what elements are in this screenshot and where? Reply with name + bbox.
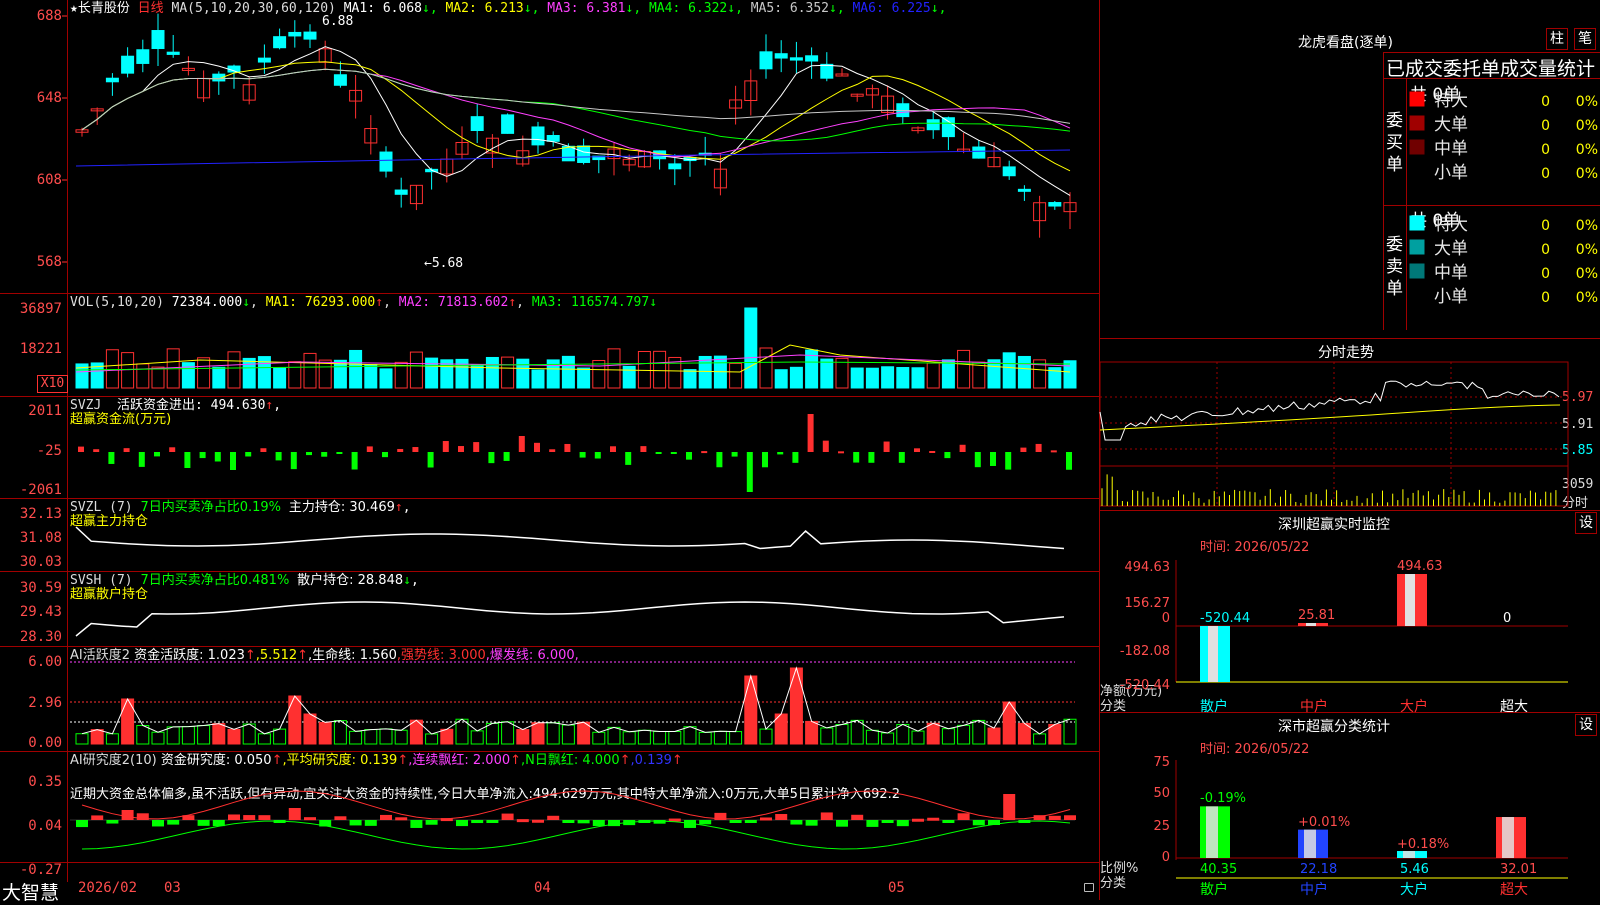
sell-row-name: 小单 <box>1434 287 1468 307</box>
monitor-y-label: -182.08 <box>1120 644 1170 659</box>
classify-value: 5.46 <box>1400 862 1429 877</box>
buy-row-swatch <box>1409 91 1425 107</box>
classify-category: 散户 <box>1200 881 1228 898</box>
monitor-bar-highlight <box>1306 623 1316 626</box>
monitor-value: 494.63 <box>1397 559 1443 574</box>
classify-change: +0.18% <box>1397 837 1449 852</box>
monitor-category: 超大 <box>1500 699 1528 715</box>
buy-row-percent: 0% <box>1576 118 1598 134</box>
buy-row-percent: 0% <box>1576 166 1598 182</box>
sell-row-swatch <box>1409 287 1425 303</box>
sell-row-volume: 0 <box>1541 290 1550 306</box>
sell-row-percent: 0% <box>1576 218 1598 234</box>
monitor-y-label: 156.27 <box>1125 596 1171 611</box>
buy-row-name: 中单 <box>1434 139 1468 159</box>
classify-bar-highlight <box>1403 851 1415 858</box>
buy-row-volume: 0 <box>1541 94 1550 110</box>
sell-row-swatch <box>1409 263 1425 279</box>
buy-row-volume: 0 <box>1541 166 1550 182</box>
classify-value: 40.35 <box>1200 862 1237 877</box>
right-charts[interactable]: 特大 0 0% 大单 0 0% 中单 0 0% 小单 0 0% 特大 0 0% 大单 0 0% 中单 0 0% 小单 0 0%… <box>0 0 1600 900</box>
monitor-y-label: -520.44 <box>1120 678 1170 693</box>
monitor-bar-highlight <box>1208 626 1218 682</box>
buy-row-name: 小单 <box>1434 163 1468 183</box>
classify-bar-highlight <box>1304 829 1316 858</box>
monitor-value: 25.81 <box>1298 608 1335 623</box>
sell-row-name: 大单 <box>1434 239 1468 259</box>
monitor-y-label: 0 <box>1162 611 1170 626</box>
classify-y-label: 50 <box>1153 786 1170 801</box>
classify-value: 22.18 <box>1300 862 1337 877</box>
classify-y-label: 0 <box>1162 850 1170 865</box>
sell-row-swatch <box>1409 239 1425 255</box>
sell-row-volume: 0 <box>1541 266 1550 282</box>
classify-category: 超大 <box>1500 882 1528 898</box>
sell-row-name: 中单 <box>1434 263 1468 283</box>
sell-row-volume: 0 <box>1541 218 1550 234</box>
buy-row-percent: 0% <box>1576 94 1598 110</box>
intraday-price-line <box>1099 380 1560 441</box>
sell-row-percent: 0% <box>1576 266 1598 282</box>
monitor-category: 散户 <box>1200 698 1228 715</box>
buy-row-swatch <box>1409 139 1425 155</box>
classify-y-label: 25 <box>1153 819 1170 834</box>
classify-category: 大户 <box>1400 881 1428 898</box>
sell-row-swatch <box>1409 215 1425 231</box>
monitor-value: -520.44 <box>1200 611 1250 626</box>
buy-row-swatch <box>1409 163 1425 179</box>
classify-change: -0.19% <box>1200 791 1246 806</box>
monitor-value: 0 <box>1503 611 1511 626</box>
monitor-bar-highlight <box>1405 574 1415 626</box>
monitor-category: 大户 <box>1400 698 1428 715</box>
buy-row-volume: 0 <box>1541 142 1550 158</box>
sell-row-percent: 0% <box>1576 242 1598 258</box>
buy-row-swatch <box>1409 115 1425 131</box>
buy-row-volume: 0 <box>1541 118 1550 134</box>
buy-row-name: 特大 <box>1434 91 1468 111</box>
classify-category: 中户 <box>1300 881 1328 898</box>
monitor-y-label: 494.63 <box>1125 560 1171 575</box>
classify-y-label: 75 <box>1153 755 1170 770</box>
classify-change: +0.01% <box>1298 815 1350 830</box>
classify-bar-highlight <box>1206 806 1218 858</box>
sell-row-volume: 0 <box>1541 242 1550 258</box>
sell-row-percent: 0% <box>1576 290 1598 306</box>
classify-value: 32.01 <box>1500 862 1537 877</box>
sell-row-name: 特大 <box>1434 215 1468 235</box>
buy-row-percent: 0% <box>1576 142 1598 158</box>
classify-bar-highlight <box>1502 817 1514 858</box>
buy-row-name: 大单 <box>1434 115 1468 135</box>
monitor-category: 中户 <box>1300 698 1328 715</box>
